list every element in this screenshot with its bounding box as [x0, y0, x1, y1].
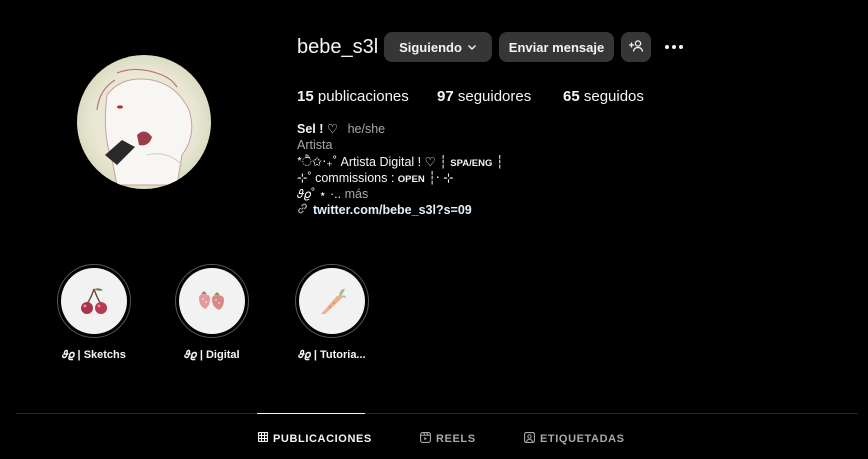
highlight-ring [175, 264, 249, 338]
following-count-label: seguidos [583, 88, 644, 105]
link-icon [297, 203, 313, 217]
send-message-button[interactable]: Enviar mensaje [499, 32, 614, 62]
tab-reels[interactable]: REELS [420, 432, 476, 446]
tab-tagged[interactable]: ETIQUETADAS [524, 432, 625, 446]
tab-posts-label: PUBLICACIONES [273, 432, 372, 445]
highlight-label: 𝜗𝜚 | Tutoria... [298, 349, 366, 361]
followers-count-value: 97 [437, 88, 454, 105]
tab-posts[interactable]: PUBLICACIONES [258, 432, 372, 445]
posts-count-value: 15 [297, 88, 314, 105]
carrot-icon [321, 288, 346, 314]
grid-icon [258, 432, 273, 445]
posts-count-label: publicaciones [317, 88, 409, 105]
bio-line-1-main: *ੈ✩‧₊˚ Artista Digital ! ♡ ┆ [297, 155, 447, 169]
highlight-ring [295, 264, 369, 338]
posts-count: 15 publicaciones [297, 88, 409, 105]
avatar-illustration [96, 68, 193, 186]
tab-tagged-label: ETIQUETADAS [540, 433, 625, 445]
more-options-icon[interactable] [663, 36, 685, 58]
bio-category: Artista [297, 138, 333, 152]
highlight-label: 𝜗𝜚 | Digital [184, 349, 240, 361]
highlight-digital[interactable]: 𝜗𝜚 | Digital [174, 264, 250, 361]
profile-username: bebe_s3l [297, 36, 379, 58]
send-message-label: Enviar mensaje [508, 39, 605, 55]
following-button[interactable]: Siguiendo [384, 32, 492, 62]
active-tab-indicator [257, 413, 365, 414]
followers-link[interactable]: 97 seguidores [437, 88, 531, 105]
bio-link-text: twitter.com/bebe_s3l?s=09 [313, 203, 472, 217]
bio-commissions-status: OPEN [397, 174, 425, 185]
highlight-ring [57, 264, 131, 338]
reels-icon [420, 432, 436, 446]
tag-icon [524, 432, 540, 446]
following-count-value: 65 [563, 88, 580, 105]
bio-line-2-main: ⊹˚ commissions : [297, 171, 395, 185]
tab-reels-label: REELS [436, 433, 476, 445]
bio-line-2: ⊹˚ commissions : OPEN ┆‧ ⊹ [297, 170, 454, 185]
bio-line-3: 𝜗𝜚˚ ⋆ ·.. más [297, 186, 368, 202]
highlight-label: 𝜗𝜚 | Sketchs [62, 349, 126, 361]
bio-line-3-main: 𝜗𝜚˚ ⋆ ·.. [297, 187, 342, 201]
tabs-divider [16, 413, 858, 414]
bio-line-1: *ੈ✩‧₊˚ Artista Digital ! ♡ ┆ SPA/ENG ┆ [297, 154, 503, 170]
profile-avatar[interactable] [77, 55, 211, 189]
bio-pronouns: he/she [347, 122, 386, 136]
bio-line-1-end: ┆ [495, 155, 504, 169]
highlight-cover [61, 268, 127, 334]
following-button-label: Siguiendo [399, 39, 462, 55]
cherry-icon [81, 288, 107, 314]
highlight-cover [179, 268, 245, 334]
bio-name: Sel ! ♡ he/she [297, 121, 385, 136]
strawberry-icon [199, 291, 224, 310]
bio-external-link[interactable]: twitter.com/bebe_s3l?s=09 [297, 203, 472, 217]
bio-display-name: Sel ! ♡ [297, 122, 339, 136]
add-user-icon [628, 38, 644, 57]
bio-line-2-end: ┆‧ ⊹ [428, 171, 454, 185]
highlight-tutorials[interactable]: 𝜗𝜚 | Tutoria... [294, 264, 370, 361]
chevron-down-icon [467, 42, 477, 52]
highlight-sketchs[interactable]: 𝜗𝜚 | Sketchs [56, 264, 132, 361]
suggest-users-button[interactable] [621, 32, 651, 62]
bio-more-link[interactable]: más [345, 187, 369, 201]
highlight-cover [299, 268, 365, 334]
following-link[interactable]: 65 seguidos [563, 88, 644, 105]
followers-count-label: seguidores [457, 88, 532, 105]
bio-line-1-languages: SPA/ENG [450, 158, 493, 169]
